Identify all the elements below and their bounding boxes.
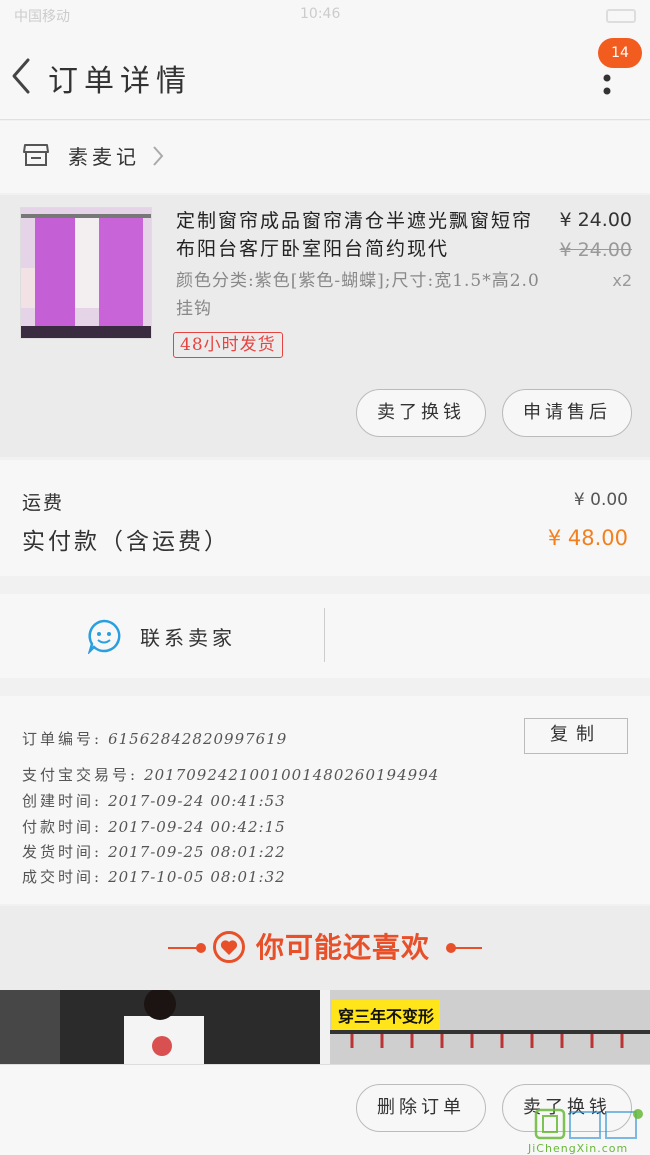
recommend-promo-tag: 穿三年不变形 [332,1000,441,1030]
carrier-text: 中国移动 [14,9,70,25]
shop-row[interactable]: 素麦记 [0,121,650,193]
recommend-title: 你可能还喜欢 [256,931,431,964]
info-value: 2017092421001001480260194994 [144,766,440,784]
info-value: 2017-09-24 00:41:53 [108,792,286,810]
divider [324,608,325,662]
created-time-row: 创建时间: 2017-09-24 00:41:53 [22,790,286,811]
curtain-image [21,208,151,338]
contact-seller-button[interactable]: 联系卖家 [140,622,236,651]
info-key: 订单编号: [22,730,103,748]
contact-section: 联系卖家 [0,594,650,678]
clock-text: 10:46 [300,6,341,22]
battery-icon [606,9,636,23]
info-value: 2017-09-25 08:01:22 [108,843,286,861]
watermark-text: JiChengXin.com [528,1142,629,1155]
status-bar: 中国移动 10:46 [0,0,650,32]
decor-line [450,947,482,949]
product-thumbnail[interactable] [20,207,152,339]
paid-time-row: 付款时间: 2017-09-24 00:42:15 [22,816,286,837]
store-icon [23,144,49,166]
nav-header: 订单详情 14 [0,32,650,120]
fee-summary: 运费 ¥ 0.00 实付款（含运费） ¥ 48.00 [0,460,650,576]
info-key: 付款时间: [22,818,103,836]
after-sale-button[interactable]: 申请售后 [502,389,632,437]
paid-label: 实付款（含运费） [22,529,230,555]
back-arrow-icon[interactable] [8,54,36,98]
chevron-right-icon [153,146,164,166]
info-key: 创建时间: [22,792,103,810]
delete-order-button[interactable]: 删除订单 [356,1084,486,1132]
product-original-price: ¥ 24.00 [559,239,632,261]
message-badge[interactable]: 14 [598,38,642,68]
page-title: 订单详情 [48,64,192,99]
order-info: 订单编号: 61562842820997619 复制 支付宝交易号: 2017092… [0,696,650,904]
completed-time-row: 成交时间: 2017-10-05 08:01:32 [22,866,286,887]
shipping-label: 运费 [22,492,65,514]
recommend-image [0,990,320,1064]
shipping-promise-tag: 48小时发货 [173,332,283,358]
sell-again-button[interactable]: 卖了换钱 [356,389,486,437]
order-product: 定制窗帘成品窗帘清仓半遮光飘窗短帘布阳台客厅卧室阳台简约现代 颜色分类:紫色[紫… [0,195,650,457]
shipping-value: ¥ 0.00 [573,490,628,510]
product-price: ¥ 24.00 [559,209,632,231]
info-value: 2017-10-05 08:01:32 [108,868,286,886]
info-value: 2017-09-24 00:42:15 [108,818,286,836]
decor-dot [196,943,206,953]
copy-button[interactable]: 复制 [524,718,628,754]
info-key: 支付宝交易号: [22,766,139,784]
recommend-header: 你可能还喜欢 [0,906,650,990]
order-number-row: 订单编号: 61562842820997619 [22,728,287,749]
paid-value: ¥ 48.00 [547,526,628,550]
shipped-time-row: 发货时间: 2017-09-25 08:01:22 [22,841,286,862]
product-quantity: x2 [612,271,632,290]
shop-name: 素麦记 [68,145,140,169]
info-key: 成交时间: [22,868,103,886]
info-key: 发货时间: [22,843,103,861]
heart-icon [213,931,245,963]
more-vertical-icon[interactable] [596,66,618,98]
product-title[interactable]: 定制窗帘成品窗帘清仓半遮光飘窗短帘布阳台客厅卧室阳台简约现代 [176,207,552,263]
recommend-item-1[interactable] [0,990,320,1064]
product-spec: 颜色分类:紫色[紫色-蝴蝶];尺寸:宽1.5*高2.0挂钩 [176,271,540,319]
alipay-number-row: 支付宝交易号: 2017092421001001480260194994 [22,764,439,785]
info-value: 61562842820997619 [108,730,288,748]
chat-bubble-icon[interactable] [86,618,122,654]
